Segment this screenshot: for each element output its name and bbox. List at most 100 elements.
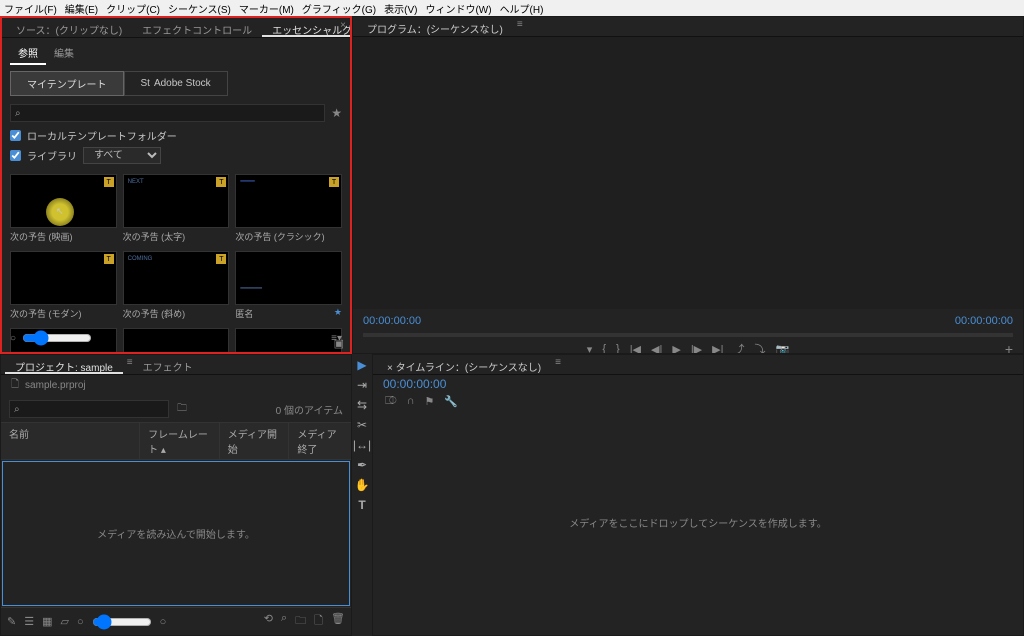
col-media-end[interactable]: メディア終了 [289, 423, 351, 459]
favorites-filter-icon[interactable]: ★ [331, 106, 342, 120]
zoom-out-icon[interactable]: ○ [10, 333, 16, 344]
hand-tool-icon[interactable]: ✋ [355, 478, 370, 492]
go-to-in-icon[interactable]: |◀ [630, 343, 641, 355]
col-framerate[interactable]: フレームレート ▴ [140, 423, 220, 459]
template-item[interactable]: TNEXT次の予告 (太字) [123, 174, 230, 245]
label-local-folder: ローカルテンプレートフォルダー [27, 128, 177, 143]
subtab-browse[interactable]: 参照 [10, 42, 46, 65]
tools-panel: ▶ ⇥ ⇆ ✂ |↔| ✒ ✋ T [352, 354, 372, 636]
tab-timeline[interactable]: × タイムライン：(シーケンスなし) [377, 357, 551, 374]
project-panel: プロジェクト: sample ≡ エフェクト 🗋 sample.prproj 🗀… [0, 354, 352, 636]
menu-bar: ファイル(F) 編集(E) クリップ(C) シーケンス(S) マーカー(M) グ… [0, 0, 1024, 16]
col-name[interactable]: 名前 [1, 423, 140, 459]
menu-edit[interactable]: 編集(E) [65, 1, 98, 16]
template-item[interactable]: TCOMING次の予告 (斜め) [123, 251, 230, 322]
timeline-empty-message: メディアをここにドロップしてシーケンスを作成します。 [569, 515, 827, 530]
menu-help[interactable]: ヘルプ(H) [500, 1, 544, 16]
menu-clip[interactable]: クリップ(C) [106, 1, 160, 16]
list-view-icon[interactable]: ☰ [24, 615, 34, 628]
panel-menu-icon[interactable]: ≡ [517, 19, 523, 36]
toggle-adobe-stock[interactable]: StAdobe Stock [124, 71, 228, 96]
project-empty-message: メディアを読み込んで開始します。 [97, 526, 255, 541]
pen-tool-icon[interactable]: ✒ [357, 458, 367, 472]
tab-program[interactable]: プログラム：(シーケンスなし) [357, 19, 513, 36]
tab-essential-graphics[interactable]: エッセンシャルグラフィックス [262, 20, 352, 37]
lift-icon[interactable]: ⤴ [733, 341, 744, 354]
menu-view[interactable]: 表示(V) [384, 1, 417, 16]
new-bin-icon[interactable]: 🗀 [295, 612, 306, 631]
checkbox-local-folder[interactable] [10, 130, 21, 141]
tab-effect-controls[interactable]: エフェクトコントロール [132, 20, 262, 37]
toggle-my-templates[interactable]: マイテンプレート [10, 71, 124, 96]
panel-close-icon[interactable]: × [340, 20, 346, 31]
marker-icon[interactable]: ⚑ [425, 395, 435, 408]
snap-icon[interactable]: ⎄ [385, 395, 397, 408]
add-marker-icon[interactable]: ▾ [587, 343, 593, 355]
tab-source[interactable]: ソース：(クリップなし) [6, 20, 132, 37]
project-filename: sample.prproj [25, 380, 86, 391]
program-scrubber[interactable] [363, 333, 1013, 337]
timecode-left[interactable]: 00:00:00:00 [363, 315, 421, 327]
step-forward-icon[interactable]: |▶ [691, 343, 702, 355]
timeline-panel: × タイムライン：(シーケンスなし) ≡ 00:00:00:00 ⎄ ∩ ⚑ 🔧… [372, 354, 1024, 636]
export-frame-icon[interactable]: 📷 [775, 343, 789, 355]
subtab-edit[interactable]: 編集 [46, 42, 82, 65]
program-viewer [353, 37, 1023, 309]
razor-tool-icon[interactable]: ✂ [357, 418, 367, 432]
new-item-icon[interactable]: 🗋 [314, 612, 323, 631]
project-empty-area[interactable]: メディアを読み込んで開始します。 [2, 461, 350, 606]
go-to-out-icon[interactable]: ▶| [712, 343, 723, 355]
freeform-view-icon[interactable]: ▱ [61, 615, 69, 628]
template-item[interactable]: T次の予告 (モダン) [10, 251, 117, 322]
ripple-edit-tool-icon[interactable]: ⇆ [357, 398, 367, 412]
project-file-icon: 🗋 [11, 377, 19, 394]
mark-in-icon[interactable]: { [602, 343, 606, 354]
essential-graphics-panel: ソース：(クリップなし) エフェクトコントロール エッセンシャルグラフィックス … [0, 16, 352, 354]
col-media-start[interactable]: メディア開始 [220, 423, 290, 459]
menu-file[interactable]: ファイル(F) [4, 1, 57, 16]
program-monitor-panel: プログラム：(シーケンスなし) ≡ 00:00:00:00 00:00:00:0… [352, 16, 1024, 354]
search-input[interactable] [10, 104, 325, 122]
icon-view-icon[interactable]: ▦ [42, 615, 52, 628]
play-icon[interactable]: ▶ [672, 343, 680, 355]
project-zoom-slider[interactable] [92, 614, 152, 630]
stock-icon: St [141, 78, 150, 89]
panel-menu-icon[interactable]: ≡ [555, 357, 561, 374]
menu-marker[interactable]: マーカー(M) [239, 1, 294, 16]
new-folder-icon[interactable]: ▣ [334, 337, 344, 350]
timeline-timecode[interactable]: 00:00:00:00 [381, 375, 1015, 393]
menu-graphics[interactable]: グラフィック(G) [302, 1, 376, 16]
timeline-drop-area[interactable]: メディアをここにドロップしてシーケンスを作成します。 [373, 410, 1023, 635]
menu-window[interactable]: ウィンドウ(W) [425, 1, 491, 16]
timecode-right[interactable]: 00:00:00:00 [955, 315, 1013, 327]
tab-project[interactable]: プロジェクト: sample [5, 357, 123, 374]
tab-effects[interactable]: エフェクト [133, 357, 203, 374]
menu-sequence[interactable]: シーケンス(S) [168, 1, 231, 16]
selection-tool-icon[interactable]: ▶ [357, 358, 366, 372]
type-tool-icon[interactable]: T [358, 498, 365, 512]
automate-icon[interactable]: ⟲ [264, 612, 273, 631]
find-icon[interactable]: ⌕ [281, 612, 287, 631]
checkbox-libraries[interactable] [10, 150, 21, 161]
mark-out-icon[interactable]: } [616, 343, 620, 354]
select-libraries[interactable]: すべて [83, 147, 161, 164]
track-select-tool-icon[interactable]: ⇥ [357, 378, 367, 392]
extract-icon[interactable]: ⤵ [754, 341, 765, 354]
project-headers: 名前 フレームレート ▴ メディア開始 メディア終了 [1, 422, 351, 460]
settings-icon[interactable]: 🔧 [444, 395, 458, 408]
bin-icon[interactable]: 🗀 [177, 401, 187, 418]
slip-tool-icon[interactable]: |↔| [353, 438, 371, 452]
project-search-input[interactable] [9, 400, 169, 418]
template-item[interactable]: ━━━━━━匿名★ [235, 251, 342, 322]
linked-selection-icon[interactable]: ∩ [407, 395, 415, 408]
zoom-min-icon: ○ [77, 616, 84, 628]
thumb-zoom-slider[interactable] [22, 330, 92, 346]
template-item[interactable]: T━━━━次の予告 (クラシック) [235, 174, 342, 245]
button-editor-icon[interactable]: + [1005, 341, 1013, 354]
label-libraries: ライブラリ [27, 148, 77, 163]
items-count: 0 個のアイテム [276, 402, 343, 417]
step-back-icon[interactable]: ◀| [651, 343, 662, 355]
delete-icon[interactable]: 🗑 [331, 612, 345, 631]
write-mode-icon[interactable]: ✎ [7, 615, 16, 628]
cursor-highlight: ↖ [46, 198, 74, 226]
